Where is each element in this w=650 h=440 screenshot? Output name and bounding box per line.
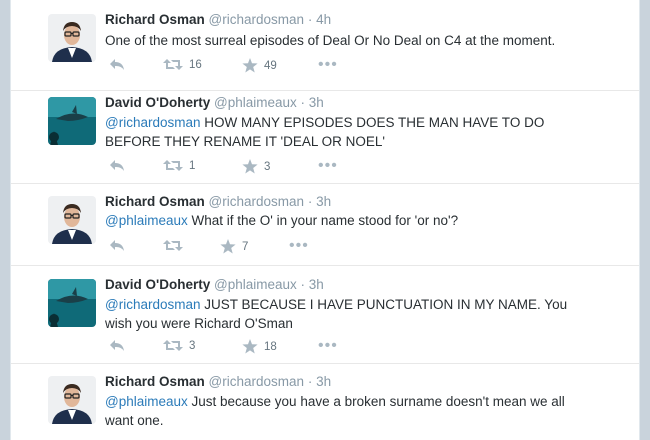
avatar[interactable] <box>48 279 96 327</box>
author-name[interactable]: Richard Osman <box>105 374 205 389</box>
timestamp[interactable]: 3h <box>309 277 324 292</box>
reply-button[interactable] <box>109 339 125 352</box>
reply-icon <box>110 160 124 171</box>
avatar[interactable] <box>48 196 96 244</box>
mention-link[interactable]: @richardosman <box>105 115 201 130</box>
reply-button[interactable] <box>109 159 125 172</box>
shark-avatar-icon <box>48 97 96 145</box>
retweet-button[interactable]: 16 <box>163 58 202 71</box>
retweet-count: 16 <box>189 58 202 71</box>
avatar[interactable] <box>48 14 96 62</box>
mention-link[interactable]: @richardosman <box>105 297 201 312</box>
favorite-button[interactable]: 3 <box>242 159 270 174</box>
reply-button[interactable] <box>109 239 125 252</box>
tweet-text-line-2: wish you were Richard O'Sman <box>105 316 293 331</box>
tweet[interactable]: Richard Osman @richardosman · 4h One of … <box>11 0 639 91</box>
retweet-icon <box>163 240 183 251</box>
tweet-header: Richard Osman @richardosman · 3h <box>105 194 331 209</box>
author-handle[interactable]: @phlaimeaux <box>214 95 297 110</box>
timestamp[interactable]: 3h <box>309 95 324 110</box>
mention-link[interactable]: @phlaimeaux <box>105 394 188 409</box>
separator: · <box>300 95 306 110</box>
retweet-icon <box>163 340 183 351</box>
more-options-icon[interactable]: ••• <box>318 338 338 354</box>
tweet-text-line: HOW MANY EPISODES DOES THE MAN HAVE TO D… <box>200 115 545 130</box>
tweet[interactable]: David O'Doherty @phlaimeaux · 3h @richar… <box>11 91 639 184</box>
separator: · <box>307 194 313 209</box>
reply-button[interactable] <box>109 58 125 71</box>
tweet-text: @phlaimeaux Just because you have a brok… <box>105 392 605 430</box>
avatar[interactable] <box>48 97 96 145</box>
avatar[interactable] <box>48 376 96 424</box>
reply-icon <box>110 59 124 70</box>
favorite-count: 18 <box>264 340 277 353</box>
retweet-button[interactable]: 3 <box>163 339 195 352</box>
favorite-count: 49 <box>264 59 277 72</box>
author-handle[interactable]: @phlaimeaux <box>214 277 297 292</box>
tweet-text: One of the most surreal episodes of Deal… <box>105 31 605 50</box>
tweet[interactable]: Richard Osman @richardosman · 3h @phlaim… <box>11 184 639 266</box>
tweet-header: David O'Doherty @phlaimeaux · 3h <box>105 95 324 110</box>
tweet-text-line-2: BEFORE THEY RENAME IT 'DEAL OR NOEL' <box>105 134 385 149</box>
retweet-count: 1 <box>189 159 196 172</box>
retweet-count: 3 <box>189 339 196 352</box>
tweet-text-line-2: want one. <box>105 413 164 428</box>
reply-icon <box>110 340 124 351</box>
author-name[interactable]: David O'Doherty <box>105 277 210 292</box>
author-handle[interactable]: @richardosman <box>209 194 305 209</box>
tweet-text-line: Just because you have a broken surname d… <box>187 394 565 409</box>
tweet-header: David O'Doherty @phlaimeaux · 3h <box>105 277 324 292</box>
separator: · <box>307 12 313 27</box>
retweet-icon <box>163 160 183 171</box>
tweet-text: @richardosman JUST BECAUSE I HAVE PUNCTU… <box>105 295 605 333</box>
retweet-button[interactable]: 1 <box>163 159 195 172</box>
person-avatar-icon <box>48 196 96 244</box>
tweet-text: @phlaimeaux What if the O' in your name … <box>105 211 605 230</box>
retweet-button[interactable] <box>163 239 189 252</box>
tweet-text: @richardosman HOW MANY EPISODES DOES THE… <box>105 113 605 151</box>
tweet[interactable]: Richard Osman @richardosman · 3h @phlaim… <box>11 364 639 440</box>
timestamp[interactable]: 4h <box>316 12 331 27</box>
mention-link[interactable]: @phlaimeaux <box>105 213 188 228</box>
person-avatar-icon <box>48 14 96 62</box>
author-name[interactable]: Richard Osman <box>105 12 205 27</box>
reply-icon <box>110 240 124 251</box>
favorite-button[interactable]: 49 <box>242 58 277 73</box>
tweet-text-line: JUST BECAUSE I HAVE PUNCTUATION IN MY NA… <box>200 297 568 312</box>
tweet-header: Richard Osman @richardosman · 4h <box>105 12 331 27</box>
star-icon <box>220 239 236 254</box>
separator: · <box>307 374 313 389</box>
author-name[interactable]: Richard Osman <box>105 194 205 209</box>
star-icon <box>242 159 258 174</box>
tweet-text-line: One of the most surreal episodes of Deal… <box>105 33 556 48</box>
retweet-icon <box>163 59 183 70</box>
favorite-button[interactable]: 18 <box>242 339 277 354</box>
tweet-header: Richard Osman @richardosman · 3h <box>105 374 331 389</box>
favorite-count: 7 <box>242 240 249 253</box>
timestamp[interactable]: 3h <box>316 374 331 389</box>
separator: · <box>300 277 306 292</box>
tweet-timeline: Richard Osman @richardosman · 4h One of … <box>10 0 640 440</box>
shark-avatar-icon <box>48 279 96 327</box>
tweet-text-line: What if the O' in your name stood for 'o… <box>187 213 459 228</box>
more-options-icon[interactable]: ••• <box>318 158 338 174</box>
star-icon <box>242 339 258 354</box>
more-options-icon[interactable]: ••• <box>289 238 309 254</box>
timestamp[interactable]: 3h <box>316 194 331 209</box>
person-avatar-icon <box>48 376 96 424</box>
author-handle[interactable]: @richardosman <box>209 374 305 389</box>
favorite-count: 3 <box>264 160 271 173</box>
favorite-button[interactable]: 7 <box>220 239 248 254</box>
tweet[interactable]: David O'Doherty @phlaimeaux · 3h @richar… <box>11 266 639 364</box>
author-name[interactable]: David O'Doherty <box>105 95 210 110</box>
author-handle[interactable]: @richardosman <box>209 12 305 27</box>
star-icon <box>242 58 258 73</box>
more-options-icon[interactable]: ••• <box>318 57 338 73</box>
